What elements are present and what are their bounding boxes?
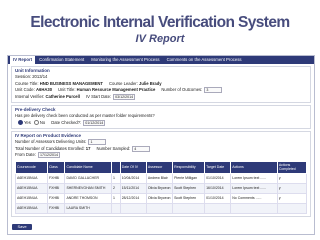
no-radio-label: No <box>39 119 46 125</box>
table-cell: FXHBI <box>46 182 66 194</box>
evidence-section: IV Report on Product Evidence Number of … <box>11 131 311 217</box>
yes-radio-label: Yes <box>24 119 31 125</box>
tab-monitoring-assessment[interactable]: Monitoring the Assessment Process <box>88 56 162 64</box>
from-date-label: From Date: <box>15 152 36 157</box>
table-cell: A6EH15NUA <box>15 172 48 184</box>
no-radio[interactable] <box>33 120 39 126</box>
table-cell: 15/11/2014 <box>119 182 147 194</box>
table-row[interactable]: A6EH15NUA FXHBI ANDRE THOMSON 1 28/12/2014 Ol… <box>15 192 308 204</box>
table-cell: No Comments ...... <box>230 192 278 204</box>
candidates-table: Coursecode Class Candidate Name Date Of … <box>15 160 308 214</box>
table-cell: y <box>276 182 308 194</box>
table-header-row: Coursecode Class Candidate Name Date Of … <box>15 160 308 174</box>
table-cell: LAURA SMITH <box>64 202 112 214</box>
column-header: Actions Completed <box>276 160 308 174</box>
table-row[interactable]: A6EH15NUA FXHBI LAURA SMITH <box>15 202 308 214</box>
table-cell: Scott Stephen <box>172 182 206 194</box>
table-cell: ANDRE THOMSON <box>64 192 112 204</box>
table-body: A6EH15NUA FXHBI DAVID GALLACHER 1 10/04/2014… <box>15 172 308 214</box>
table-cell <box>119 202 147 214</box>
tab-bar: IV Report Confirmation Statement Monitor… <box>8 56 314 64</box>
table-cell: Lorem Ipsum text ...... <box>230 182 278 194</box>
date-checked-label: Date Checked?: <box>51 119 82 125</box>
table-cell: Olivia Bryceon <box>145 182 174 194</box>
sampled-field[interactable]: 4 <box>132 145 151 152</box>
yes-radio[interactable] <box>18 120 23 126</box>
table-cell: y <box>276 192 308 204</box>
internal-verifier-label: Internal Verifier: <box>15 93 45 99</box>
column-header: Coursecode <box>15 160 48 174</box>
column-header: Target Date <box>204 160 232 174</box>
column-header <box>111 160 121 174</box>
table-cell <box>204 202 232 214</box>
page-title: Electronic Internal Verification System <box>30 14 290 31</box>
iv-start-date-label: IV Start Date: <box>85 93 112 99</box>
table-cell: 1 <box>111 172 121 184</box>
column-header: Responsibility <box>172 160 206 174</box>
table-cell: Lorem Ipsum text ...... <box>230 172 278 184</box>
table-cell: 2 <box>111 182 121 194</box>
iv-start-date-field[interactable]: 03/12/2014 <box>113 93 136 100</box>
unit-information-section: Unit Information Session: 2013/14 Course… <box>11 66 311 103</box>
table-cell: A6EH15NUA <box>15 192 48 204</box>
app-window: IV Report Confirmation Statement Monitor… <box>7 55 315 235</box>
table-row[interactable]: A6EH15NUA FXHBI SHERNEVGHAN SMITH 2 15/11/20… <box>15 182 308 194</box>
column-header: Class <box>46 160 66 174</box>
pre-delivery-section: Pre-delivery Check Has pre delivery chec… <box>11 105 311 129</box>
page-subtitle: IV Report <box>135 33 185 45</box>
table-cell: A6EH15NUA <box>15 202 48 214</box>
sampled-label: Number Sampled: <box>96 145 131 151</box>
table-cell: Olivia Bryceon <box>145 192 174 204</box>
table-cell: DAVID GALLACHER <box>64 172 112 184</box>
table-cell: SHERNEVGHAN SMITH <box>64 182 112 194</box>
column-header: Actions <box>230 160 278 174</box>
table-cell: 10/04/2014 <box>119 172 147 184</box>
table-cell: A6EH15NUA <box>15 182 48 194</box>
enrolled-value: 17 <box>85 145 91 151</box>
tab-comments-assessment[interactable]: Comments on the Assessment Process <box>164 56 245 64</box>
table-cell <box>230 202 278 214</box>
table-cell <box>276 202 308 214</box>
table-cell: Pierrie Milligan <box>172 172 206 184</box>
column-header: Candidate Name <box>64 160 112 174</box>
table-cell: FXHBI <box>46 202 66 214</box>
internal-verifier-value: Catherine Purcell <box>45 93 80 99</box>
table-row[interactable]: A6EH15NUA FXHBI DAVID GALLACHER 1 10/04/2014… <box>15 172 308 184</box>
table-cell <box>111 202 121 214</box>
table-cell: Scott Stephen <box>172 192 206 204</box>
table-cell: 01/10/2014 <box>204 172 232 184</box>
outcomes-field[interactable]: 3 <box>204 87 223 94</box>
table-cell: 28/12/2014 <box>119 192 147 204</box>
tab-iv-report[interactable]: IV Report <box>10 56 36 64</box>
table-cell: 16/10/2014 <box>204 182 232 194</box>
save-button[interactable]: Save <box>12 224 32 230</box>
assessors-field[interactable]: 1 <box>88 139 107 146</box>
table-cell: FXHBI <box>46 172 66 184</box>
table-cell <box>172 202 206 214</box>
column-header: Date Of IV <box>119 160 147 174</box>
table-cell: 1 <box>111 192 121 204</box>
table-cell: FXHBI <box>46 192 66 204</box>
from-date-field[interactable]: 17/12/2014 <box>37 152 60 159</box>
tab-confirmation-statement[interactable]: Confirmation Statement <box>36 56 87 64</box>
table-cell: Andrew Blair <box>145 172 174 184</box>
date-checked-field[interactable]: 01/12/2014 <box>83 119 106 126</box>
table-cell: 01/10/2014 <box>204 192 232 204</box>
table-cell: y <box>276 172 308 184</box>
table-cell <box>145 202 174 214</box>
column-header: Assessor <box>145 160 174 174</box>
outcomes-label: Number of Outcomes: <box>161 87 203 92</box>
